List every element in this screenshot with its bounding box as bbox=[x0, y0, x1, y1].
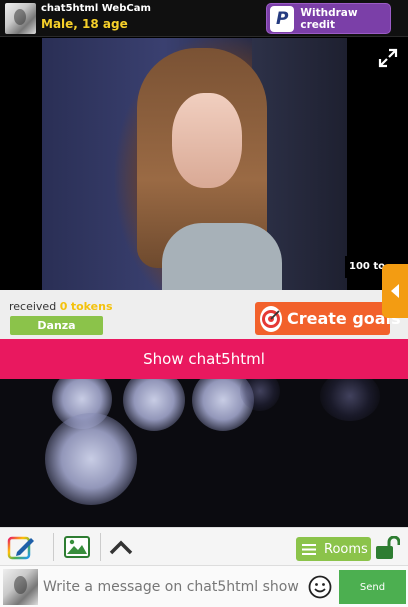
rooms-label: Rooms bbox=[324, 541, 368, 557]
chat-toolbar: Rooms bbox=[0, 527, 408, 565]
app-root: chat5html WebCam Male, 18 age P Withdraw… bbox=[0, 0, 408, 607]
message-input[interactable] bbox=[40, 569, 305, 605]
create-goals-button[interactable]: Create goals bbox=[255, 302, 401, 335]
image-icon[interactable] bbox=[60, 531, 94, 563]
received-tokens-text: received 0 tokens bbox=[9, 300, 113, 313]
top-header: chat5html WebCam Male, 18 age P Withdraw… bbox=[0, 0, 408, 37]
expand-icon[interactable] bbox=[378, 48, 398, 68]
toolbar-divider bbox=[100, 533, 101, 561]
avatar[interactable] bbox=[5, 3, 36, 34]
side-panel-toggle[interactable] bbox=[382, 264, 408, 318]
pencil-icon[interactable] bbox=[5, 531, 39, 563]
username-label[interactable]: chat5html WebCam bbox=[41, 3, 151, 14]
received-count: 0 bbox=[59, 300, 68, 313]
toolbar-divider bbox=[53, 533, 54, 561]
bokeh-orb bbox=[240, 379, 280, 411]
withdraw-credit-button[interactable]: P Withdraw credit bbox=[266, 3, 391, 34]
nickname-button[interactable]: Danza bbox=[10, 316, 103, 335]
send-button[interactable]: Send bbox=[339, 570, 406, 604]
withdraw-credit-label: Withdraw credit bbox=[300, 6, 358, 31]
chevron-up-icon[interactable] bbox=[104, 531, 138, 563]
chevron-left-icon bbox=[391, 284, 399, 298]
bokeh-orb bbox=[123, 379, 185, 431]
bokeh-orb bbox=[320, 379, 380, 421]
video-area[interactable]: 100 tokens bbox=[0, 38, 408, 290]
bokeh-orb bbox=[45, 413, 137, 505]
lock-open-icon[interactable] bbox=[374, 536, 400, 560]
shirt-shape bbox=[162, 223, 282, 290]
received-prefix: received bbox=[9, 300, 57, 313]
avatar bbox=[3, 569, 38, 605]
token-badge: 100 tokens bbox=[345, 256, 385, 278]
list-icon bbox=[302, 543, 316, 555]
rooms-button[interactable]: Rooms bbox=[296, 537, 371, 561]
user-info-label: Male, 18 age bbox=[41, 17, 128, 31]
emoji-icon[interactable] bbox=[308, 575, 332, 599]
goal-bar: received 0 tokens Danza Create goals bbox=[0, 290, 408, 339]
received-suffix: tokens bbox=[70, 300, 113, 313]
target-icon bbox=[260, 305, 282, 332]
face-shape bbox=[172, 93, 242, 188]
background-bokeh bbox=[0, 379, 408, 527]
show-button[interactable]: Show chat5html bbox=[0, 339, 408, 379]
message-bar: Send bbox=[0, 565, 408, 607]
webcam-image bbox=[42, 38, 347, 290]
paypal-icon: P bbox=[270, 5, 295, 32]
